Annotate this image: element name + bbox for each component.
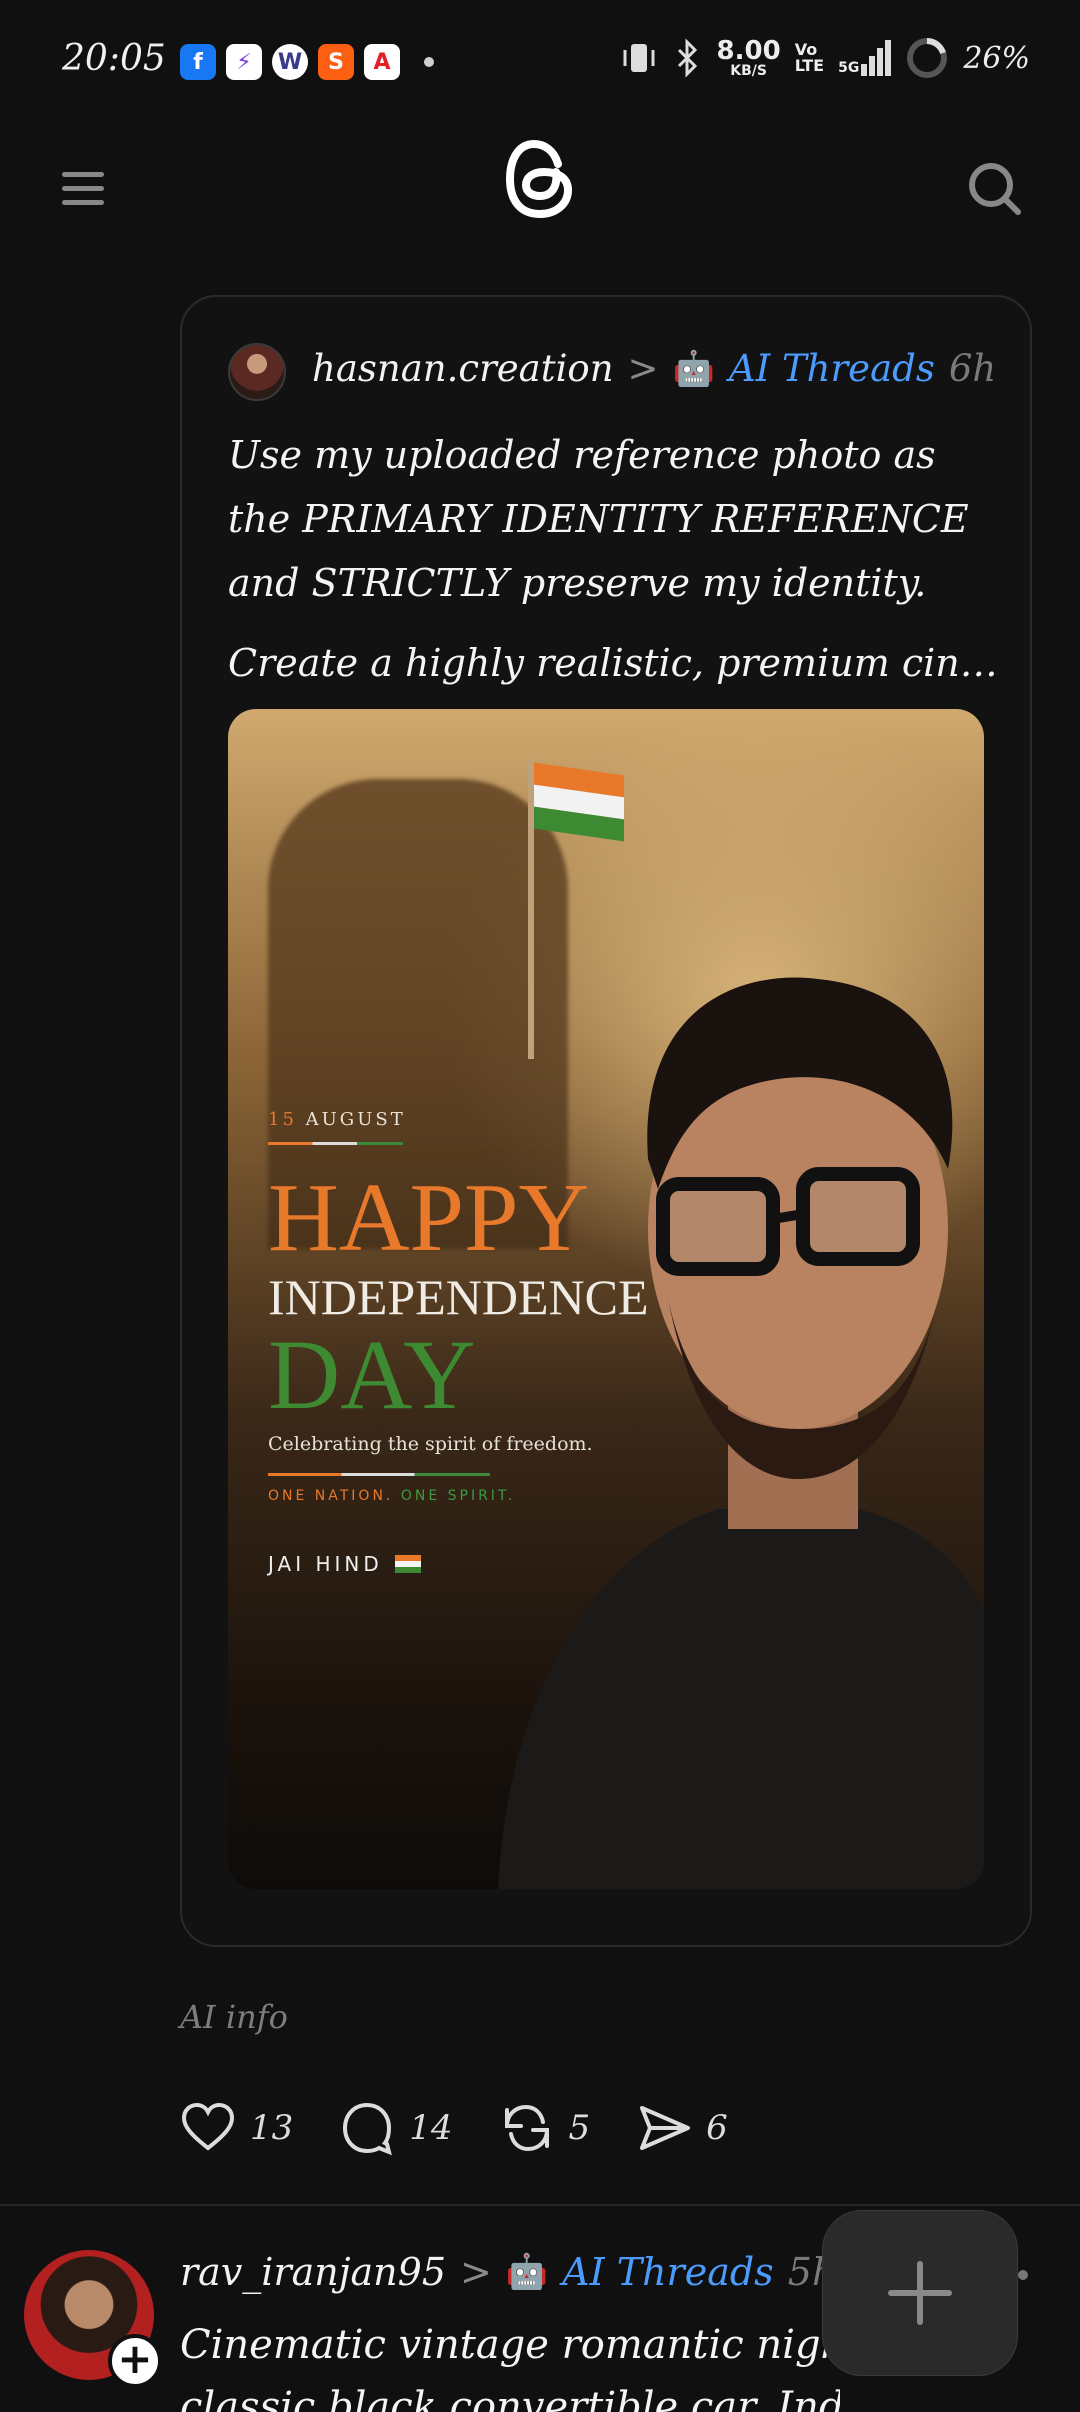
poster-date: 15 AUGUST [268, 1109, 406, 1130]
poster-tagline: Celebrating the spirit of freedom. [268, 1433, 593, 1455]
system-icons: 8.00 KB/S Vo LTE 5G 26% [619, 36, 1030, 80]
signal-icon: 5G [838, 40, 892, 76]
username[interactable]: rav_iranjan95 [180, 2250, 446, 2294]
menu-icon[interactable] [62, 172, 104, 206]
spark-icon: ⚡ [226, 44, 262, 80]
post-text-p1: Use my uploaded reference photo as the P… [228, 433, 969, 605]
post-text-line2: classic black convertible car, Indian [180, 2384, 840, 2412]
battery-percent: 26% [963, 40, 1030, 76]
post-body[interactable]: Use my uploaded reference photo as the P… [228, 423, 1008, 711]
more-options-icon[interactable] [1018, 2270, 1028, 2280]
new-post-button[interactable] [822, 2210, 1018, 2376]
poster-happy: HAPPY [268, 1164, 590, 1272]
post-image[interactable]: 15 AUGUST HAPPY INDEPENDENCE DAY Celebra… [228, 709, 984, 1889]
post-header: rav_iranjan95 > 🤖 AI Threads 5h [180, 2250, 836, 2294]
poster-jai-hind: JAI HIND [268, 1552, 668, 1576]
adobe-icon: A [364, 44, 400, 80]
post-body[interactable]: Cinematic vintage romantic night scene c… [180, 2314, 840, 2412]
wallet-icon: W [272, 44, 308, 80]
bluetooth-icon [677, 38, 697, 78]
repost-icon [504, 2104, 549, 2152]
post-time: 6h [948, 347, 997, 390]
avatar[interactable] [228, 343, 286, 401]
tricolor-line [268, 1473, 490, 1476]
post-text-line1: Cinematic vintage romantic night scene [180, 2322, 840, 2368]
clock: 20:05 [62, 38, 166, 79]
reply-count: 14 [409, 2108, 453, 2148]
reply-button[interactable]: 14 [339, 2100, 453, 2156]
community-link[interactable]: AI Threads [562, 2250, 774, 2294]
robot-icon: 🤖 [672, 348, 715, 389]
chevron-right-icon: > [460, 2250, 492, 2294]
poster-text: 15 AUGUST HAPPY INDEPENDENCE DAY Celebra… [268, 1109, 668, 1576]
repost-count: 5 [568, 2108, 591, 2148]
username[interactable]: hasnan.creation [312, 347, 614, 390]
community-link[interactable]: AI Threads [729, 347, 935, 390]
heart-icon [181, 2102, 235, 2151]
vibrate-icon [623, 44, 655, 72]
share-button[interactable]: 6 [636, 2100, 728, 2156]
like-button[interactable]: 13 [180, 2100, 293, 2156]
comment-icon [343, 2102, 393, 2156]
divider [0, 2204, 1080, 2206]
poster-day: DAY [268, 1319, 476, 1430]
post-header: hasnan.creation > 🤖 AI Threads 6h [312, 347, 996, 390]
threads-logo-icon[interactable] [500, 134, 580, 224]
send-icon [640, 2106, 691, 2150]
notification-icons: f ⚡ W S A [180, 44, 434, 80]
ai-info-link[interactable]: AI info [180, 1998, 288, 2036]
facebook-icon: f [180, 44, 216, 80]
volte-indicator: Vo LTE [794, 40, 825, 75]
status-bar: 20:05 f ⚡ W S A 8.00 KB/S Vo LTE 5G 26% [0, 0, 1080, 120]
chevron-right-icon: > [627, 347, 659, 390]
network-speed: 8.00 KB/S [716, 36, 781, 79]
poster-independence: INDEPENDENCE [268, 1269, 649, 1325]
swiggy-icon: S [318, 44, 354, 80]
post-actions: 13 14 5 6 [180, 2100, 728, 2156]
robot-icon: 🤖 [505, 2252, 549, 2292]
poster-slogan: ONE NATION. ONE SPIRIT. [268, 1488, 516, 1504]
tricolor-line [268, 1142, 403, 1145]
follow-plus-icon[interactable]: + [108, 2334, 162, 2388]
search-icon[interactable] [966, 160, 1022, 216]
more-notifications-dot [424, 57, 434, 67]
post-text-p2: Create a highly realistic, premium cinem… [228, 641, 1008, 685]
post-card[interactable]: hasnan.creation > 🤖 AI Threads 6h Use my… [180, 295, 1032, 1947]
plus-icon [888, 2261, 952, 2325]
share-count: 6 [706, 2108, 728, 2148]
repost-button[interactable]: 5 [499, 2100, 591, 2156]
battery-ring-icon [907, 38, 948, 78]
like-count: 13 [250, 2108, 294, 2148]
flag-emoji-icon [394, 1555, 421, 1573]
